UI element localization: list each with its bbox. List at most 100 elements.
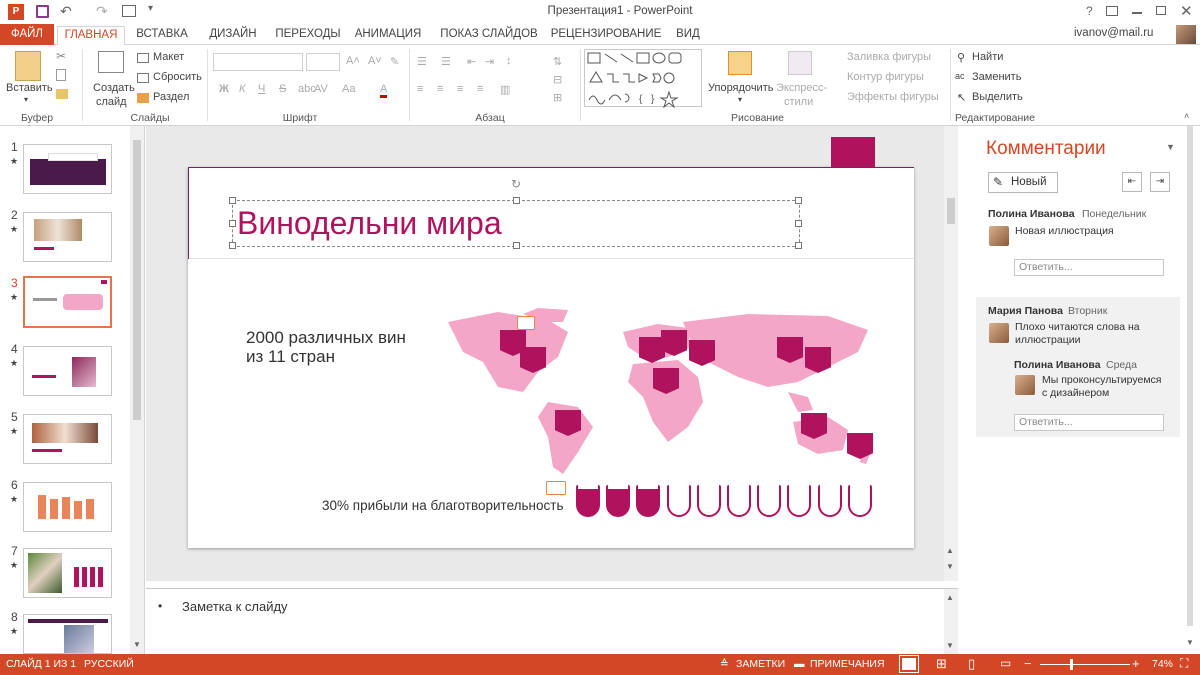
close-window-icon[interactable]: ✕ [1180, 2, 1193, 20]
new-slide-button-2[interactable]: слайд [96, 96, 127, 108]
arrange-dropdown-icon[interactable]: ▾ [738, 95, 742, 104]
columns-icon[interactable]: ▥ [500, 83, 510, 96]
thumbnails-scroll-thumb[interactable] [133, 140, 141, 420]
bold-button[interactable]: Ж [219, 83, 229, 95]
paste-dropdown-icon[interactable]: ▾ [24, 95, 28, 104]
reply-input[interactable]: Ответить... [1014, 259, 1164, 276]
thumbnails-scroll-down-icon[interactable]: ▼ [133, 640, 141, 649]
collapse-ribbon-icon[interactable]: ˄ [1184, 111, 1189, 121]
layout-button[interactable]: Макет [153, 51, 184, 63]
tab-review[interactable]: РЕЦЕНЗИРОВАНИЕ [550, 26, 662, 45]
shape-outline-button[interactable]: Контур фигуры [847, 71, 924, 83]
world-map[interactable] [428, 302, 888, 482]
slide-thumbnail-3[interactable] [23, 276, 112, 328]
comments-scroll-thumb[interactable] [1187, 126, 1193, 626]
bullets-icon[interactable]: ☰ [417, 55, 427, 68]
zoom-level[interactable]: 74% [1152, 658, 1173, 670]
slideshow-view-icon[interactable]: ▭ [1000, 656, 1011, 670]
help-icon[interactable]: ? [1086, 4, 1093, 18]
minimize-icon[interactable] [1132, 12, 1142, 14]
spacing-button[interactable]: AV [314, 83, 328, 95]
line-spacing-icon[interactable]: ↕ [506, 55, 512, 67]
notes-toggle-button[interactable]: ЗАМЕТКИ [736, 658, 785, 670]
next-comment-icon[interactable]: ⇥ [1150, 172, 1170, 192]
reply-text-line-1[interactable]: Мы проконсультируемся [1042, 374, 1162, 386]
slide-thumbnail-8[interactable] [23, 614, 112, 654]
redo-icon[interactable]: ↷ [96, 3, 108, 20]
user-email[interactable]: ivanov@mail.ru [1074, 27, 1153, 39]
language-indicator[interactable]: РУССКИЙ [84, 658, 134, 670]
reply-input[interactable]: Ответить... [1014, 414, 1164, 431]
reset-button[interactable]: Сбросить [153, 71, 202, 83]
clear-format-icon[interactable]: ✎ [390, 55, 399, 68]
increase-indent-icon[interactable]: ⇥ [485, 55, 494, 68]
slide-canvas[interactable]: Винодельни мира ↻ 2000 различных вин из … [188, 137, 914, 548]
align-text-icon[interactable]: ⊟ [553, 73, 562, 86]
new-comment-button[interactable]: ✎ Новый [988, 172, 1058, 193]
rotate-handle-icon[interactable]: ↻ [511, 177, 521, 191]
charity-text[interactable]: 30% прибыли на благотворительность [322, 498, 564, 513]
shapes-gallery[interactable]: {} [584, 49, 702, 109]
tab-transitions[interactable]: ПЕРЕХОДЫ [272, 26, 344, 45]
slide-thumbnail-7[interactable] [23, 548, 112, 598]
tab-home[interactable]: ГЛАВНАЯ [57, 26, 125, 46]
reading-view-icon[interactable]: ▯ [968, 656, 975, 672]
notes-scrollbar[interactable]: ▲ ▼ [944, 589, 958, 655]
cut-icon[interactable]: ✂ [56, 49, 66, 63]
title-placeholder[interactable]: Винодельни мира ↻ [229, 177, 802, 249]
align-center-icon[interactable]: ≡ [437, 83, 443, 95]
slide-counter[interactable]: СЛАЙД 1 ИЗ 1 [6, 658, 76, 670]
shape-effects-button[interactable]: Эффекты фигуры [847, 91, 939, 103]
align-left-icon[interactable]: ≡ [417, 83, 423, 95]
tab-animation[interactable]: АНИМАЦИЯ [350, 26, 426, 45]
grow-font-icon[interactable]: A˄ [346, 55, 360, 67]
comment-thread-2[interactable]: Мария Панова Вторник Плохо читаются слов… [976, 297, 1180, 437]
justify-icon[interactable]: ≡ [477, 83, 483, 95]
slide-thumbnail-6[interactable] [23, 482, 112, 532]
comment-bubble-icon-2[interactable] [546, 481, 566, 495]
zoom-in-icon[interactable]: + [1132, 656, 1140, 671]
comment-text-line-1[interactable]: Плохо читаются слова на [1015, 321, 1140, 333]
resize-handle-bc[interactable] [513, 242, 520, 249]
paste-button[interactable]: Вставить [6, 82, 53, 94]
resize-handle-ml[interactable] [229, 220, 236, 227]
quick-styles-icon[interactable] [788, 51, 812, 75]
comment-bubble-icon[interactable] [517, 316, 535, 330]
notes-pane[interactable]: • Заметка к слайду ▲ ▼ [146, 588, 958, 655]
slide-thumbnail-4[interactable] [23, 346, 112, 396]
copy-icon[interactable] [56, 69, 66, 81]
normal-view-icon[interactable] [899, 655, 919, 673]
shape-fill-button[interactable]: Заливка фигуры [847, 51, 931, 63]
new-slide-icon[interactable] [98, 51, 124, 73]
tab-file[interactable]: ФАЙЛ [0, 24, 54, 45]
thumbnails-scrollbar[interactable]: ▼ [130, 126, 144, 654]
strikethrough-button[interactable]: S [279, 83, 286, 95]
prev-slide-icon[interactable]: ▲ [946, 546, 954, 555]
arrange-button[interactable]: Упорядочить [708, 82, 773, 94]
font-name-field[interactable] [213, 53, 303, 71]
paste-icon[interactable] [15, 51, 41, 81]
comments-toggle-button[interactable]: ПРИМЕЧАНИЯ [810, 658, 885, 670]
resize-handle-tc[interactable] [513, 197, 520, 204]
tab-view[interactable]: ВИД [670, 26, 706, 45]
tab-slideshow[interactable]: ПОКАЗ СЛАЙДОВ [436, 26, 542, 45]
zoom-slider-thumb[interactable] [1070, 659, 1073, 670]
maximize-icon[interactable] [1156, 6, 1166, 15]
underline-button[interactable]: Ч [258, 83, 265, 95]
slide-title[interactable]: Винодельни мира [237, 205, 502, 242]
slideshow-icon[interactable] [122, 5, 136, 17]
slide-thumbnail-5[interactable] [23, 414, 112, 464]
slide-sorter-icon[interactable]: ⊞ [936, 656, 947, 672]
comment-text-line-2[interactable]: иллюстрации [1015, 334, 1080, 346]
zoom-out-icon[interactable]: − [1024, 656, 1032, 671]
comments-scrollbar[interactable]: ▼ [1181, 126, 1198, 654]
smartart-icon[interactable]: ⊞ [553, 91, 562, 104]
reply-text-line-2[interactable]: с дизайнером [1042, 387, 1109, 399]
zoom-slider[interactable] [1040, 659, 1130, 670]
subtitle-line-1[interactable]: 2000 различных вин [246, 328, 406, 348]
customize-qat-icon[interactable]: ▾ [148, 3, 153, 14]
notes-text[interactable]: Заметка к слайду [182, 599, 288, 614]
select-button[interactable]: Выделить [972, 91, 1023, 103]
fit-slide-icon[interactable]: ⛶ [1180, 656, 1188, 671]
resize-handle-tr[interactable] [795, 197, 802, 204]
